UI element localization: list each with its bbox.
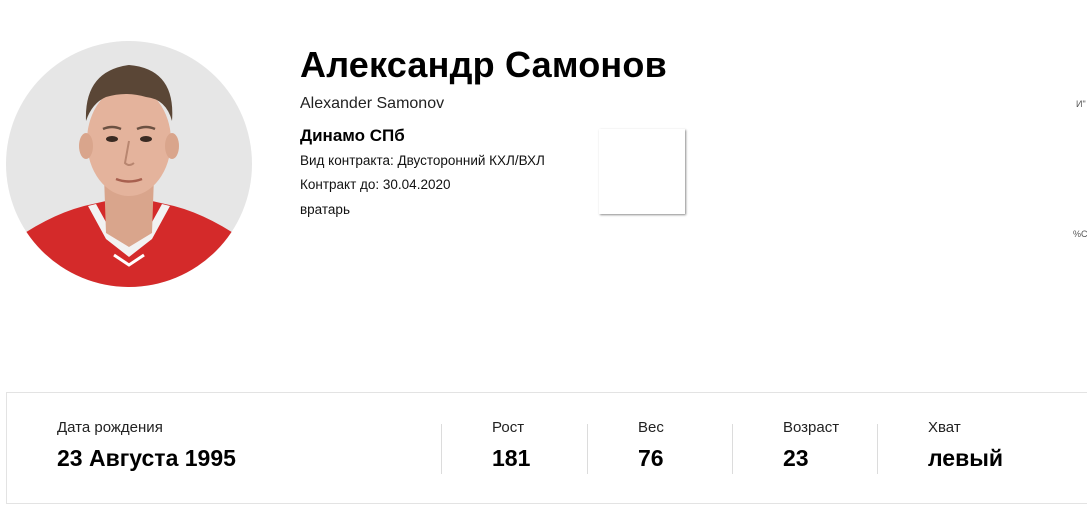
player-stats-card: Дата рождения 23 Августа 1995 Рост 181 В… xyxy=(6,392,1087,504)
stat-label: Хват xyxy=(928,419,961,436)
stat-value: 23 xyxy=(783,445,809,471)
team-name[interactable]: Динамо СПб xyxy=(300,126,405,146)
stat-divider xyxy=(877,424,878,474)
stat-divider xyxy=(732,424,733,474)
player-photo xyxy=(6,41,252,287)
stat-label: Дата рождения xyxy=(57,419,163,436)
stat-value: 23 Августа 1995 xyxy=(57,445,236,471)
stat-value: левый xyxy=(928,445,1004,471)
stat-label: Вес xyxy=(638,419,664,436)
player-photo-illustration xyxy=(6,65,252,287)
stat-value: 76 xyxy=(638,445,664,471)
contract-type: Вид контракта: Двусторонний КХЛ/ВХЛ xyxy=(300,153,545,168)
edge-text-bottom: %С xyxy=(1073,229,1087,239)
stat-divider xyxy=(587,424,588,474)
stat-divider xyxy=(441,424,442,474)
player-position: вратарь xyxy=(300,202,350,217)
player-name-en: Alexander Samonov xyxy=(300,95,445,112)
stat-label: Возраст xyxy=(783,419,840,436)
player-name: Александр Самонов xyxy=(300,44,667,85)
player-profile-page: Александр Самонов Alexander Samonov Дина… xyxy=(0,0,1087,510)
team-logo[interactable] xyxy=(599,129,685,214)
contract-until: Контракт до: 30.04.2020 xyxy=(300,177,451,192)
edge-text-top: И" xyxy=(1076,99,1086,109)
stat-label: Рост xyxy=(492,419,525,436)
stat-value: 181 xyxy=(492,445,531,471)
